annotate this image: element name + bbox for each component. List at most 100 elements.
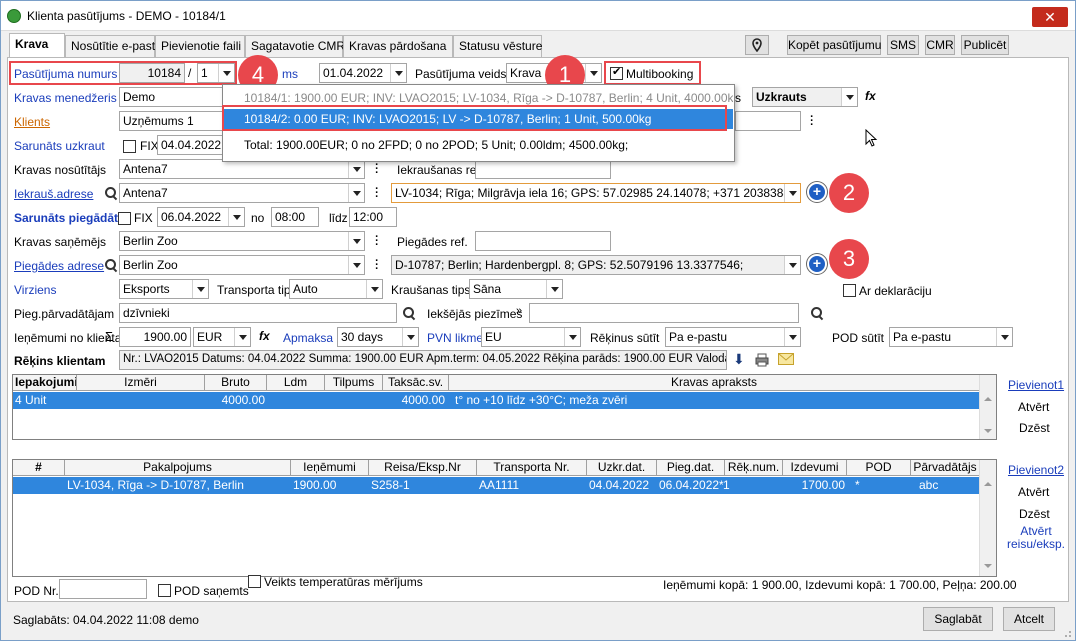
download-icon[interactable]: ⬇ (733, 351, 745, 368)
sms-button[interactable]: SMS (887, 35, 919, 55)
fx-icon[interactable]: fx (865, 89, 876, 103)
more-icon[interactable]: · · · (375, 184, 379, 203)
grid-header[interactable]: Bruto (205, 375, 267, 391)
open-service-link[interactable]: Atvērt (1018, 485, 1049, 499)
client-field[interactable]: Uzņēmums 1 (119, 111, 229, 131)
grid-header[interactable]: Izdevumi (783, 460, 847, 476)
delivery-from-field[interactable]: 08:00 (271, 207, 319, 227)
load-address-select[interactable]: Antena7 (119, 183, 365, 203)
pod-nr-field[interactable] (59, 579, 147, 599)
payment-select[interactable]: 30 days (337, 327, 419, 347)
delivery-address-label[interactable]: Piegādes adrese (14, 259, 104, 273)
tab-history[interactable]: Statusu vēsture (453, 35, 542, 57)
load-address-label[interactable]: Iekrauš.adrese (14, 187, 93, 201)
delivery-fix-checkbox[interactable] (118, 212, 131, 225)
table-row[interactable]: 4 Unit 4000.00 4000.00 t° no +10 līdz +3… (13, 392, 980, 409)
table-row[interactable]: LV-1034, Rīga -> D-10787, Berlin 1900.00… (13, 477, 980, 494)
loading-type-select[interactable]: Sāna (469, 279, 563, 299)
grid-header[interactable]: Izmēri (77, 375, 205, 391)
load-ref-field[interactable] (475, 159, 611, 179)
grid-header[interactable]: Ieņēmumi (291, 460, 369, 476)
scrollbar[interactable] (979, 375, 996, 439)
transport-select[interactable]: Auto (289, 279, 383, 299)
cmr-button[interactable]: CMR (925, 35, 955, 55)
pod-send-select[interactable]: Pa e-pastu (889, 327, 1013, 347)
open-trip-link[interactable]: Atvērt reisu/eksp. (1005, 525, 1067, 551)
multibooking-checkbox[interactable] (610, 65, 623, 80)
email-icon[interactable] (778, 353, 794, 365)
grid-header[interactable]: Taksāc.sv. (383, 375, 449, 391)
copy-order-button[interactable]: Kopēt pasūtījumu (787, 35, 881, 55)
sender-select[interactable]: Antena7 (119, 159, 365, 179)
resize-grip-icon[interactable] (1062, 628, 1072, 638)
grid-header[interactable]: Rēķ.num. (725, 460, 783, 476)
tab-cmr[interactable]: Sagatavotie CMR (245, 35, 345, 57)
vat-select[interactable]: EU (481, 327, 581, 347)
internal-notes-field[interactable] (529, 303, 799, 323)
grid-header[interactable]: Reisa/Eksp.Nr (369, 460, 477, 476)
load-fix-checkbox[interactable] (123, 140, 136, 153)
delete-service-link[interactable]: Dzēst (1019, 507, 1050, 521)
invoice-send-select[interactable]: Pa e-pastu (665, 327, 801, 347)
grid-header[interactable]: Pakalpojums (65, 460, 291, 476)
load-date-field[interactable]: 04.04.2022 (157, 135, 227, 155)
open-package-link[interactable]: Atvērt (1018, 400, 1049, 414)
manager-field[interactable]: Demo (119, 87, 229, 107)
tab-krava[interactable]: Krava (9, 33, 65, 57)
currency-select[interactable]: EUR (193, 327, 251, 347)
fx-icon[interactable]: fx (259, 329, 270, 343)
grid-header[interactable]: Ldm (267, 375, 325, 391)
grid-header[interactable]: # (13, 460, 65, 476)
income-amount-field[interactable]: 1900.00 (119, 327, 191, 347)
receiver-select[interactable]: Berlin Zoo (119, 231, 365, 251)
more-icon[interactable]: · · · (375, 256, 379, 275)
grid-header[interactable]: Tilpums (325, 375, 383, 391)
delivery-date-field[interactable]: 06.04.2022 (157, 207, 245, 227)
grid-header[interactable]: Uzkr.dat. (587, 460, 657, 476)
grid-header[interactable]: Iepakojumi (13, 375, 77, 391)
delivery-address-detail[interactable]: D-10787; Berlin; Hardenbergpl. 8; GPS: 5… (391, 255, 801, 275)
more-icon[interactable]: · · · (810, 112, 814, 131)
search-icon[interactable] (811, 307, 823, 319)
direction-select[interactable]: Eksports (119, 279, 209, 299)
search-icon[interactable] (403, 307, 415, 319)
status-select[interactable]: Uzkrauts (752, 87, 858, 107)
delivery-address-select[interactable]: Berlin Zoo (119, 255, 365, 275)
delivery-to-field[interactable]: 12:00 (349, 207, 397, 227)
tab-emails[interactable]: Nosūtītie e-pasti (65, 35, 158, 57)
publish-button[interactable]: Publicēt (961, 35, 1009, 55)
grid-header[interactable]: Transporta Nr. (477, 460, 587, 476)
declaration-checkbox[interactable] (843, 284, 856, 297)
delete-package-link[interactable]: Dzēst (1019, 421, 1050, 435)
grid-header[interactable]: Kravas apraksts (449, 375, 980, 391)
carrier-note-field[interactable]: dzīvnieki (119, 303, 397, 323)
save-button[interactable]: Saglabāt (923, 607, 993, 631)
scroll-up-icon[interactable] (984, 397, 992, 401)
client-label[interactable]: Klients (14, 115, 50, 129)
print-icon[interactable] (755, 353, 769, 367)
pod-received-checkbox[interactable] (158, 584, 171, 597)
expand-icon[interactable]: » (516, 305, 522, 317)
more-icon[interactable]: · · · (375, 160, 379, 179)
grid-header[interactable]: POD (847, 460, 911, 476)
scrollbar[interactable] (979, 460, 996, 576)
order-date-field[interactable]: 01.04.2022 (319, 63, 407, 83)
scroll-down-icon[interactable] (984, 429, 992, 433)
sigma-icon[interactable]: Σ (105, 329, 113, 344)
scroll-down-icon[interactable] (984, 564, 992, 568)
more-icon[interactable]: · · · (375, 232, 379, 251)
search-icon[interactable] (105, 259, 117, 271)
cancel-button[interactable]: Atcelt (1003, 607, 1055, 631)
scroll-up-icon[interactable] (984, 482, 992, 486)
search-icon[interactable] (105, 187, 117, 199)
client-extra-field[interactable] (735, 111, 801, 131)
temp-measured-checkbox[interactable] (248, 575, 261, 588)
delivery-ref-field[interactable] (475, 231, 611, 251)
close-button[interactable]: ✕ (1032, 7, 1068, 27)
add-service-link[interactable]: Pievienot2 (1006, 463, 1066, 477)
add-load-address-button[interactable]: + (807, 182, 827, 202)
grid-header[interactable]: Pieg.dat. (657, 460, 725, 476)
add-package-link[interactable]: Pievienot1 (1008, 378, 1064, 392)
add-delivery-address-button[interactable]: + (807, 254, 827, 274)
tab-sales[interactable]: Kravas pārdošana (343, 35, 453, 57)
